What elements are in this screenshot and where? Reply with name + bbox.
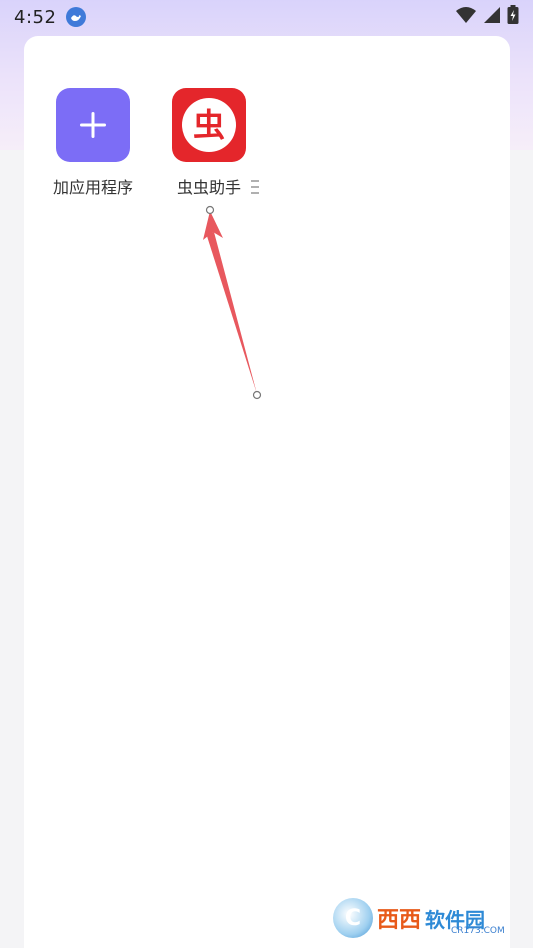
chongchong-app-tile[interactable]: 虫 虫虫助手	[159, 88, 259, 198]
watermark-logo: C	[333, 898, 373, 938]
battery-charging-icon	[507, 5, 519, 29]
cell-signal-icon	[483, 6, 501, 28]
watermark-text: 西西	[377, 908, 422, 933]
add-app-button[interactable]	[56, 88, 130, 162]
svg-text:虫: 虫	[193, 106, 225, 144]
plus-icon	[80, 112, 106, 138]
watermark: C 西西 软件园 CR173.COM	[333, 898, 513, 938]
status-time: 4:52	[14, 6, 57, 28]
app-label: 虫虫助手	[176, 178, 241, 197]
status-bar: 4:52	[0, 0, 533, 34]
wifi-icon	[455, 6, 477, 28]
add-app-tile[interactable]: 加应用程序	[43, 88, 143, 198]
drag-handle-icon[interactable]	[251, 180, 259, 194]
notification-app-icon	[66, 7, 87, 27]
chong-logo-icon: 虫	[182, 98, 236, 152]
watermark-subtext: CR173.COM	[451, 926, 505, 936]
chongchong-app-icon[interactable]: 虫	[172, 88, 246, 162]
app-label: 加应用程序	[52, 178, 133, 197]
